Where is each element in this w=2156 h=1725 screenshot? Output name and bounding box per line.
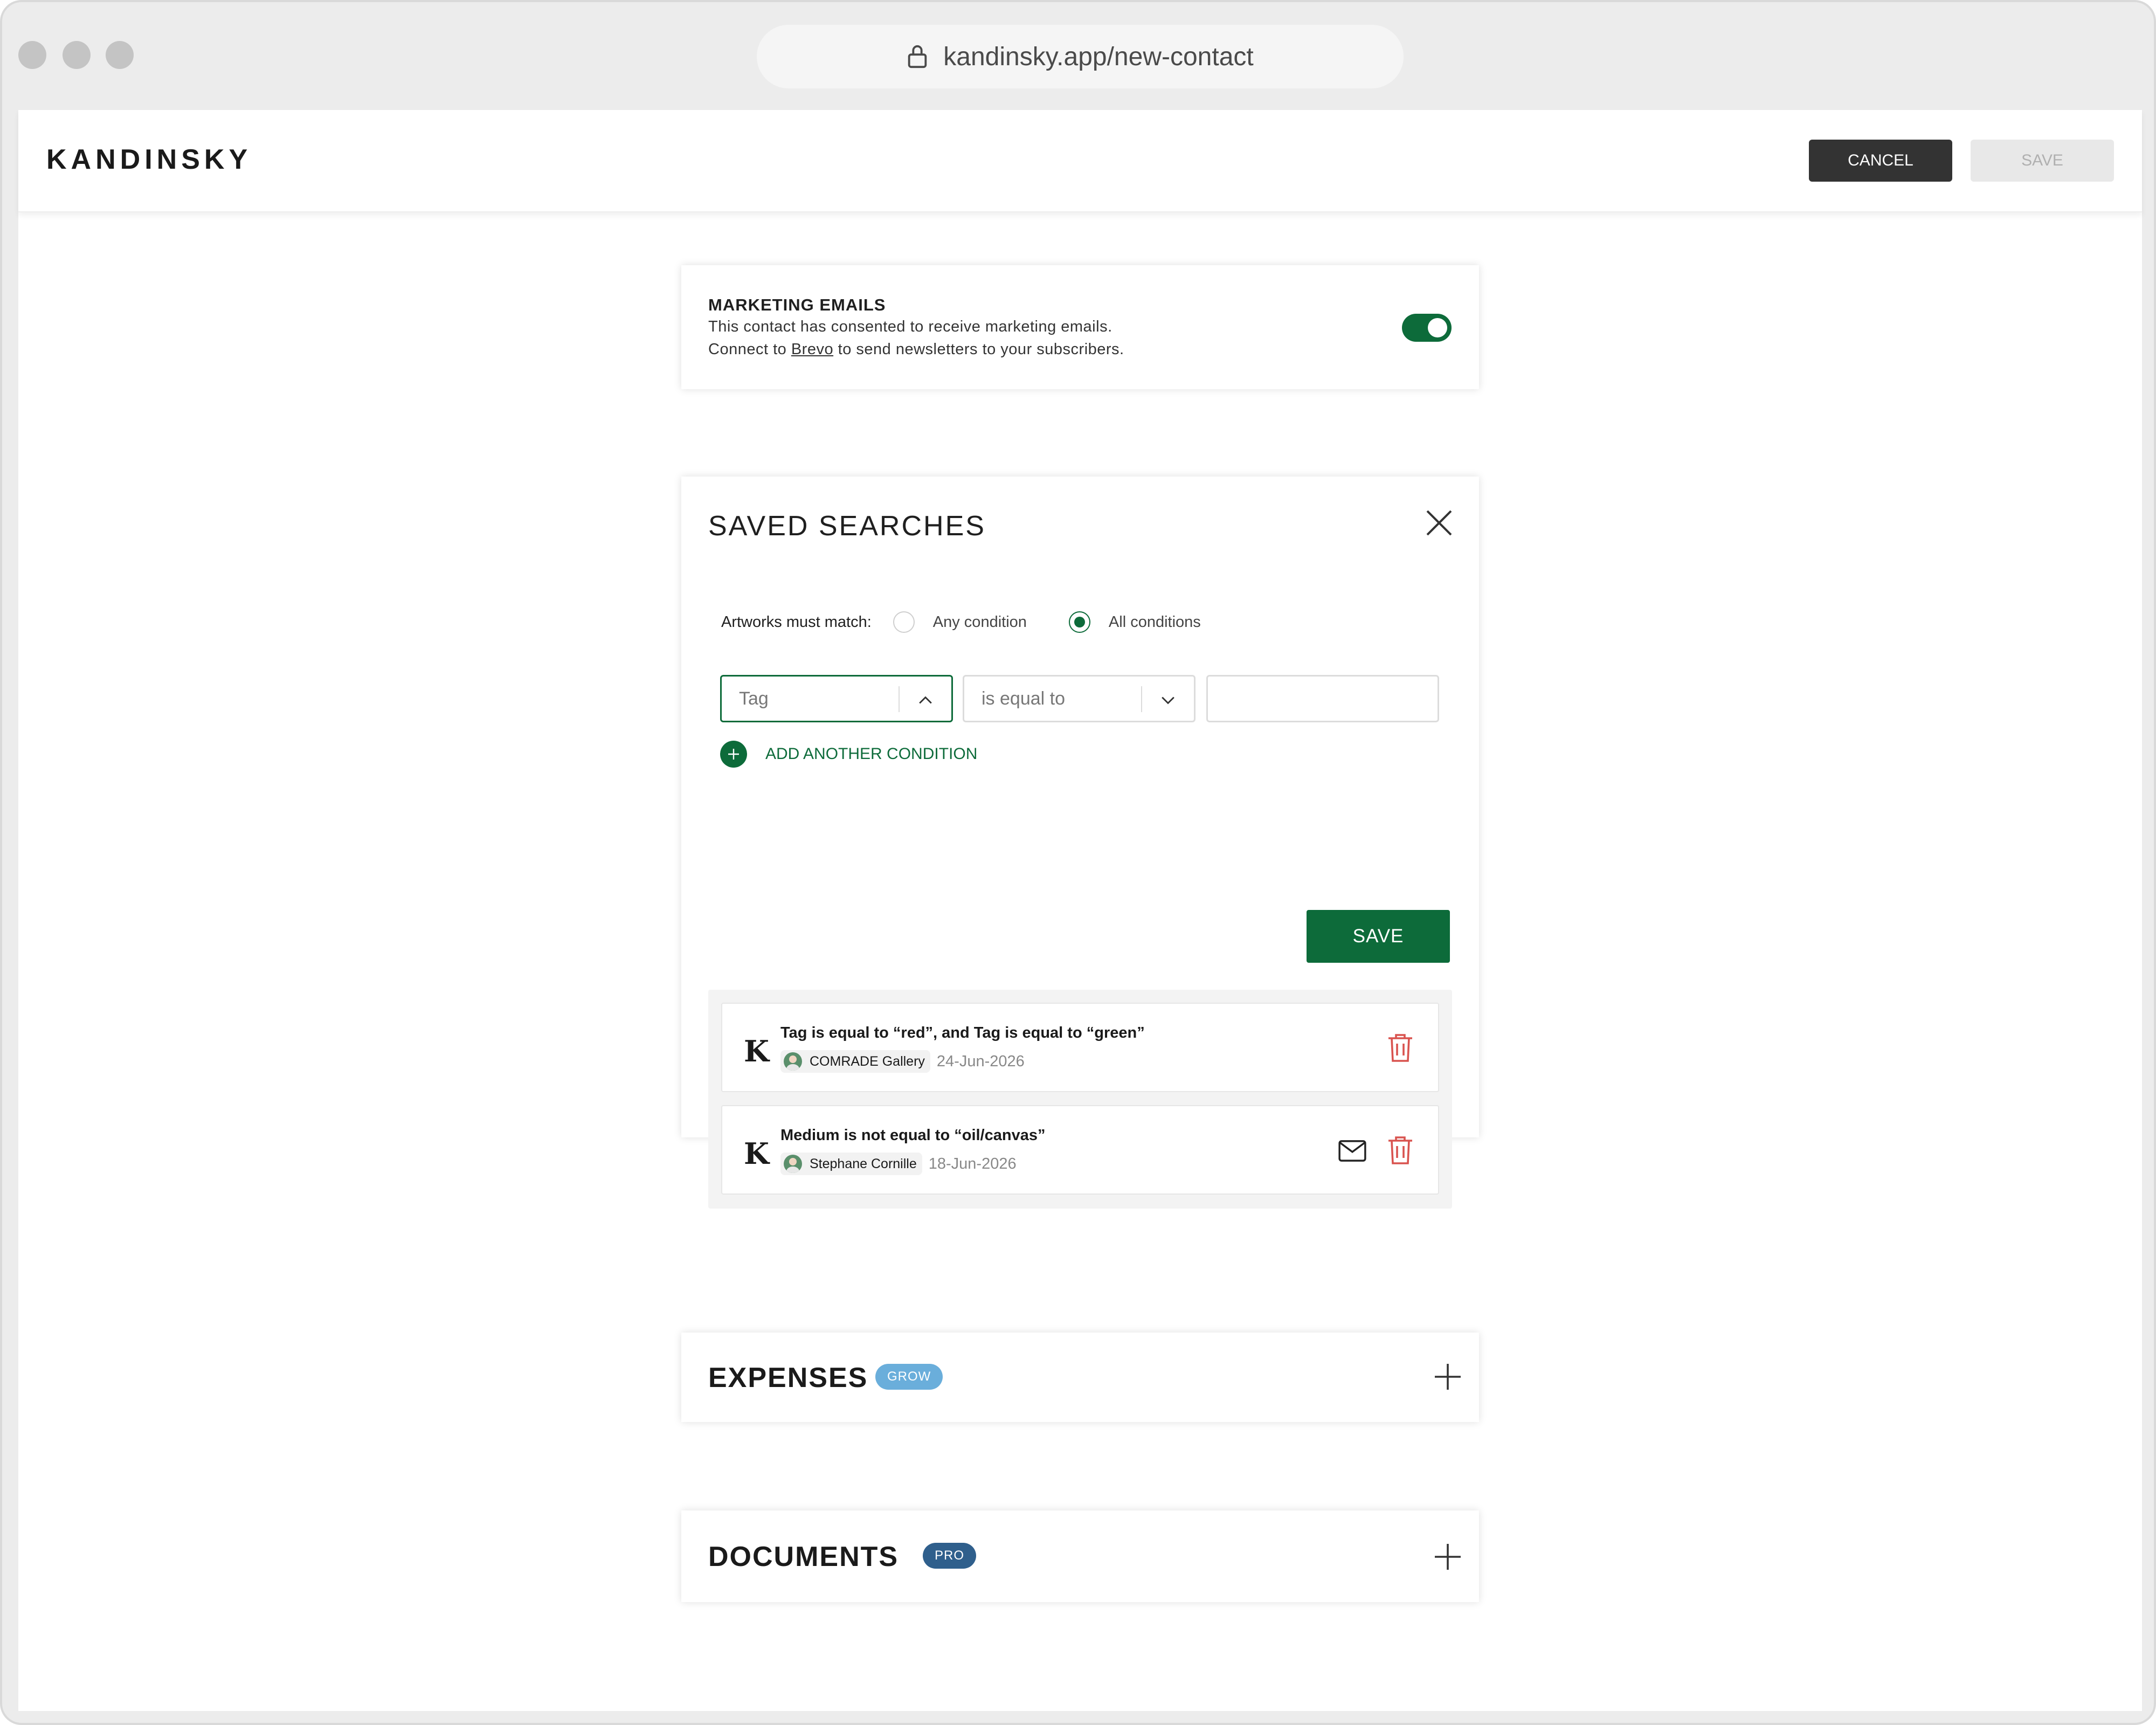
app-logo: KANDINSKY bbox=[46, 144, 252, 175]
brevo-link[interactable]: Brevo bbox=[791, 341, 833, 358]
address-bar[interactable]: kandinsky.app/new-contact bbox=[757, 25, 1404, 88]
marketing-title: MARKETING EMAILS bbox=[708, 295, 886, 314]
saved-search-item[interactable]: K Medium is not equal to “oil/canvas” St… bbox=[721, 1105, 1439, 1195]
add-condition-button[interactable]: ADD ANOTHER CONDITION bbox=[720, 741, 977, 768]
close-icon[interactable] bbox=[1424, 508, 1454, 538]
trash-icon[interactable] bbox=[1386, 1135, 1414, 1165]
mail-icon[interactable] bbox=[1338, 1140, 1367, 1162]
add-condition-label: ADD ANOTHER CONDITION bbox=[765, 745, 978, 763]
kandinsky-k-logo: K bbox=[744, 1136, 769, 1171]
owner-name: Stephane Cornille bbox=[810, 1156, 917, 1171]
chevron-down-icon bbox=[1162, 696, 1174, 705]
plus-circle-icon bbox=[720, 741, 747, 768]
avatar bbox=[784, 1052, 802, 1071]
toggle-knob bbox=[1428, 318, 1447, 337]
window-minimize-dot[interactable] bbox=[63, 41, 91, 69]
select-divider bbox=[899, 686, 900, 712]
condition-operator-select[interactable]: is equal to bbox=[963, 675, 1196, 722]
saved-searches-title: SAVED SEARCHES bbox=[708, 510, 986, 542]
save-button[interactable]: SAVE bbox=[1971, 140, 2114, 182]
radio-all-conditions[interactable] bbox=[1068, 611, 1090, 633]
condition-operator-value: is equal to bbox=[982, 688, 1065, 709]
marketing-consent-text: This contact has consented to receive ma… bbox=[708, 318, 1112, 335]
saved-search-meta: COMRADE Gallery 24-Jun-2026 bbox=[780, 1050, 1025, 1073]
window-maximize-dot[interactable] bbox=[106, 41, 134, 69]
owner-name: COMRADE Gallery bbox=[810, 1053, 925, 1069]
saved-search-title: Medium is not equal to “oil/canvas” bbox=[780, 1127, 1046, 1144]
saved-search-list: K Tag is equal to “red”, and Tag is equa… bbox=[708, 990, 1452, 1209]
owner-chip: Stephane Cornille bbox=[780, 1153, 922, 1175]
radio-any-condition[interactable] bbox=[893, 611, 915, 633]
kandinsky-k-logo: K bbox=[744, 1034, 769, 1068]
match-options: Artworks must match: Any condition All c… bbox=[721, 611, 1243, 633]
pro-badge: PRO bbox=[923, 1543, 977, 1569]
window-close-dot[interactable] bbox=[18, 41, 46, 69]
marketing-connect-text: Connect to Brevo to send newsletters to … bbox=[708, 341, 1124, 358]
cancel-button[interactable]: CANCEL bbox=[1809, 140, 1952, 182]
grow-badge: GROW bbox=[875, 1364, 943, 1390]
saved-searches-card: SAVED SEARCHES Artworks must match: Any … bbox=[681, 477, 1479, 1209]
radio-all-label: All conditions bbox=[1108, 613, 1201, 631]
chevron-up-icon bbox=[919, 696, 932, 704]
connect-suffix: to send newsletters to your subscribers. bbox=[833, 341, 1124, 358]
saved-search-meta: Stephane Cornille 18-Jun-2026 bbox=[780, 1153, 1017, 1175]
connect-prefix: Connect to bbox=[708, 341, 791, 358]
browser-window: kandinsky.app/new-contact KANDINSKY CANC… bbox=[0, 0, 2156, 1725]
expenses-card[interactable]: EXPENSES GROW bbox=[681, 1333, 1479, 1422]
app-window: KANDINSKY CANCEL SAVE MARKETING EMAILS T… bbox=[18, 110, 2142, 1711]
saved-search-title: Tag is equal to “red”, and Tag is equal … bbox=[780, 1024, 1145, 1041]
plus-icon[interactable] bbox=[1434, 1363, 1462, 1391]
plus-icon[interactable] bbox=[1434, 1543, 1462, 1571]
match-label: Artworks must match: bbox=[721, 613, 872, 631]
trash-icon[interactable] bbox=[1386, 1033, 1414, 1063]
documents-card[interactable]: DOCUMENTS PRO bbox=[681, 1510, 1479, 1602]
condition-field-select[interactable]: Tag bbox=[720, 675, 953, 722]
avatar bbox=[784, 1155, 802, 1173]
condition-field-value: Tag bbox=[739, 688, 769, 709]
expenses-title: EXPENSES bbox=[708, 1362, 868, 1393]
save-search-button[interactable]: SAVE bbox=[1307, 910, 1450, 963]
app-header: KANDINSKY CANCEL SAVE bbox=[18, 110, 2142, 212]
select-divider bbox=[1141, 686, 1142, 712]
url-text: kandinsky.app/new-contact bbox=[943, 42, 1254, 71]
radio-any-label: Any condition bbox=[932, 613, 1027, 631]
saved-search-date: 18-Jun-2026 bbox=[928, 1155, 1017, 1172]
lock-icon bbox=[908, 45, 927, 68]
documents-title: DOCUMENTS bbox=[708, 1541, 899, 1572]
condition-value-input[interactable] bbox=[1206, 675, 1439, 722]
marketing-emails-card: MARKETING EMAILS This contact has consen… bbox=[681, 265, 1479, 389]
saved-search-date: 24-Jun-2026 bbox=[936, 1052, 1025, 1070]
marketing-toggle[interactable] bbox=[1402, 314, 1452, 342]
saved-search-item[interactable]: K Tag is equal to “red”, and Tag is equa… bbox=[721, 1003, 1439, 1092]
owner-chip: COMRADE Gallery bbox=[780, 1050, 930, 1073]
